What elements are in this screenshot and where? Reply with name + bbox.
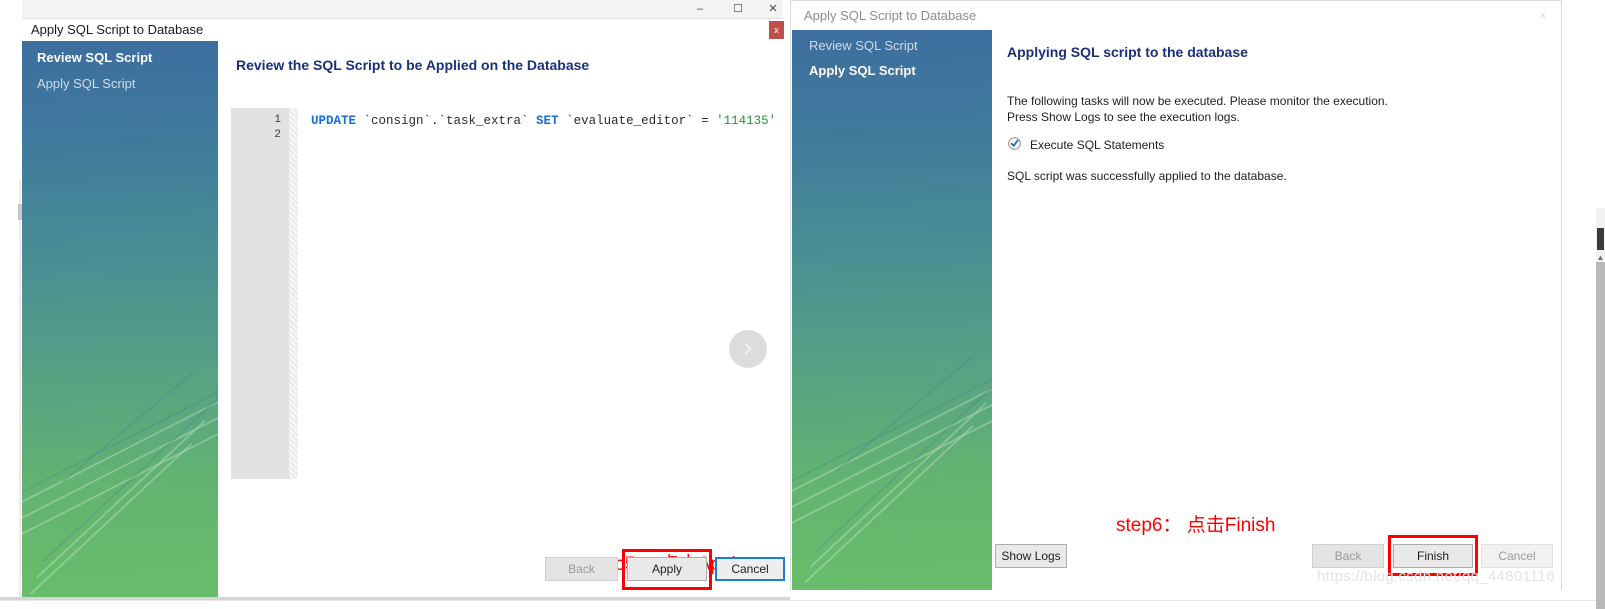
show-logs-button[interactable]: Show Logs [995,544,1067,568]
cancel-button[interactable]: Cancel [715,557,785,581]
screenshot-root: – ☐ ✕ Apply SQL Script to Database x Rev… [0,0,1605,609]
sql-token-identifier: `evaluate_editor` [558,114,702,128]
sql-token-keyword: SET [536,114,559,128]
back-button: Back [1312,544,1384,568]
editor-gutter-edge [289,108,298,479]
page-scroll-thumb[interactable] [1597,228,1604,250]
result-status-text: SQL script was successfully applied to t… [1007,169,1287,183]
back-button: Back [545,557,618,581]
checkbox-checked-icon[interactable] [1008,137,1021,150]
left-dialog-titlebar: Apply SQL Script to Database [22,19,783,41]
maximize-icon[interactable]: ☐ [720,0,756,19]
description-line-2: Press Show Logs to see the execution log… [1007,110,1240,124]
sidebar-item-review-sql-script[interactable]: Review SQL Script [809,38,918,53]
finish-button[interactable]: Finish [1393,544,1473,568]
right-dialog-window: Apply SQL Script to Database x Review SQ… [790,0,1562,590]
task-label-execute-sql-statements: Execute SQL Statements [1030,138,1165,152]
sql-token-string: '114135' [708,114,780,128]
left-dialog-title: Apply SQL Script to Database [31,22,204,37]
apply-button[interactable]: Apply [627,557,707,581]
cancel-button: Cancel [1481,544,1553,568]
close-icon[interactable]: x [1534,7,1552,23]
chevron-right-icon[interactable] [729,330,767,368]
right-wizard-sidebar: Review SQL Script Apply SQL Script [792,30,992,590]
sidebar-item-review-sql-script[interactable]: Review SQL Script [37,50,152,65]
background-scroll-track [19,180,21,597]
desktop-left-strip [0,0,22,597]
right-dialog-body: Applying SQL script to the database The … [992,30,1561,590]
scroll-up-icon[interactable]: ▲ [1596,252,1605,262]
right-dialog-title: Apply SQL Script to Database [804,8,977,23]
editor-line-number-gutter: 1 2 [231,108,289,479]
line-number: 2 [274,129,281,141]
left-dialog-body: Review the SQL Script to be Applied on t… [218,41,785,597]
left-page-title: Review the SQL Script to be Applied on t… [236,57,590,73]
close-icon[interactable]: ✕ [755,0,791,19]
right-dialog-titlebar: Apply SQL Script to Database x [791,1,1561,30]
annotation-step6: step6： 点击Finish [1116,515,1276,536]
desktop-bottom-edge [0,600,1596,609]
line-number: 1 [274,114,281,126]
red-close-button[interactable]: x [769,21,784,39]
sidebar-item-apply-sql-script[interactable]: Apply SQL Script [809,63,916,78]
window-chrome-bar: – ☐ ✕ [22,0,783,19]
left-wizard-sidebar: Review SQL Script Apply SQL Script [22,41,218,597]
sql-token-keyword: UPDATE [311,114,357,128]
sql-statement-text: UPDATE `consign`.`task_extra` SET `evalu… [311,114,780,129]
sql-script-editor[interactable]: 1 2 UPDATE `consign`.`task_extra` SET `e… [231,108,780,516]
sql-token-operator: = [701,114,709,128]
sql-token-identifier: `consign`.`task_extra` [356,114,537,128]
right-page-title: Applying SQL script to the database [1007,44,1248,60]
sidebar-decoration [792,30,992,590]
description-line-1: The following tasks will now be executed… [1007,94,1388,108]
sidebar-decoration [22,41,218,597]
minimize-icon[interactable]: – [682,0,718,19]
sidebar-item-apply-sql-script[interactable]: Apply SQL Script [37,76,136,91]
watermark-text: https://blog.csdn.net/qq_44801116 [1317,568,1555,585]
page-scroll-lower-track[interactable] [1596,262,1605,609]
